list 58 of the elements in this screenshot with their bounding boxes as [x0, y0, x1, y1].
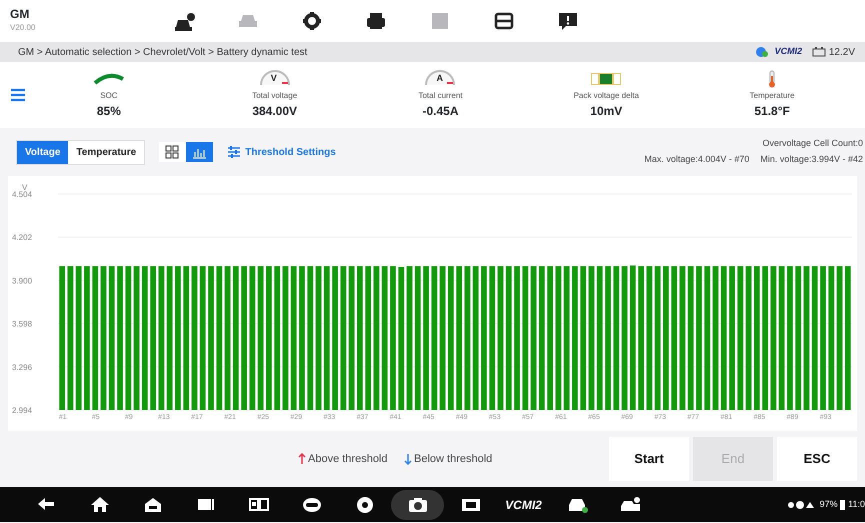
y-tick-label: 3.598: [12, 320, 32, 329]
legend-label: Below threshold: [414, 452, 492, 467]
gauge-value: -0.45A: [422, 103, 458, 120]
clock: 11:0: [848, 498, 865, 511]
breadcrumb: GM > Automatic selection > Chevrolet/Volt > Battery dynamic test: [18, 46, 308, 60]
home-icon[interactable]: [88, 495, 110, 514]
thermometer-icon: [767, 70, 778, 88]
voltage-label: 12.2V: [828, 46, 855, 60]
app-title: GM: [10, 8, 30, 22]
gauge-value: 384.00V: [252, 103, 298, 120]
gauge-label: Total voltage: [252, 90, 298, 102]
car-person-icon[interactable]: [618, 495, 640, 514]
action-button[interactable]: Start: [609, 437, 689, 481]
gauge-label: Pack voltage delta: [574, 90, 639, 102]
save-icon[interactable]: [493, 11, 516, 31]
settings-icon[interactable]: [301, 11, 324, 31]
gauge-value: 10mV: [590, 103, 622, 120]
stat-text: Max. voltage:4.004V - #70: [644, 153, 750, 166]
car-icon[interactable]: [173, 11, 196, 31]
stat-text: Min. voltage:3.994V - #42: [760, 153, 863, 166]
gauge-value: 51.8°F: [754, 103, 790, 120]
camera-icon[interactable]: [406, 495, 428, 514]
status-icons: [786, 500, 817, 510]
threshold-settings-link[interactable]: Threshold Settings: [227, 144, 336, 160]
y-tick-label: 4.504: [12, 190, 32, 199]
axis-unit: V: [22, 183, 28, 192]
battery-icon: [840, 500, 846, 510]
y-tick-label: 3.296: [12, 362, 32, 372]
gauge-label: Total current: [418, 90, 462, 102]
action-button[interactable]: ESC: [777, 437, 857, 481]
y-tick-label: 4.202: [12, 233, 32, 242]
print-icon[interactable]: [365, 11, 388, 31]
grid-view-button[interactable]: [159, 142, 186, 162]
vci-label: VCMI2: [774, 45, 802, 58]
gauge-label: Temperature: [750, 90, 795, 102]
gauge-symbol: V: [270, 72, 277, 85]
battery-icon: [812, 47, 826, 57]
y-tick-label: 3.900: [12, 276, 32, 286]
vci-button[interactable]: VCMI2: [505, 496, 542, 514]
view-tab[interactable]: Temperature: [68, 140, 144, 164]
browser-icon[interactable]: [300, 495, 322, 514]
sliders-icon: [227, 146, 242, 158]
message-icon[interactable]: [557, 11, 580, 31]
split-screen-icon[interactable]: [248, 495, 270, 514]
gauge-label: SOC: [100, 90, 118, 102]
gauge-value: 85%: [96, 103, 121, 120]
view-tab[interactable]: Voltage: [17, 140, 68, 164]
legend-label: Above threshold: [308, 452, 388, 467]
stat-text: Overvoltage Cell Count:0: [762, 137, 863, 150]
gauge-icon: [423, 70, 458, 86]
battery-level: 97%: [820, 498, 838, 511]
grid-icon: [165, 145, 180, 159]
y-tick-label: 2.994: [12, 406, 32, 415]
gauge-symbol: A: [436, 72, 443, 85]
bar-view-button[interactable]: [186, 142, 214, 162]
menu-icon[interactable]: [10, 88, 26, 102]
gauge-icon: [258, 70, 292, 86]
version-label: V20.00: [10, 22, 36, 34]
